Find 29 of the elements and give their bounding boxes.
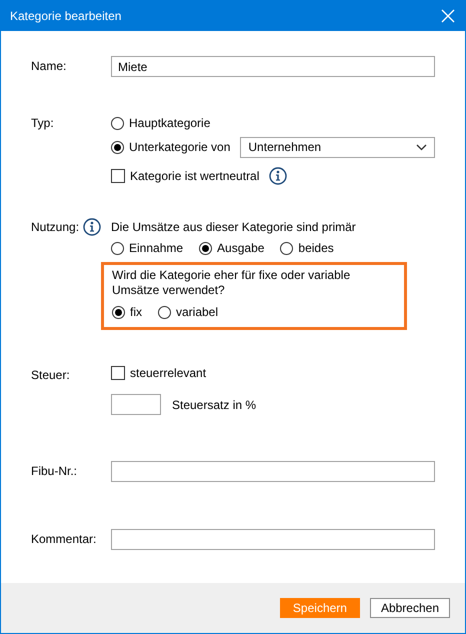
fibu-field[interactable] — [111, 461, 435, 482]
question-text: Wird die Kategorie eher für fixe oder variable Umsätze verwendet? — [112, 268, 352, 298]
info-icon[interactable] — [83, 218, 102, 236]
tax-rate-field[interactable] — [111, 394, 161, 415]
neutral-checkbox[interactable]: Kategorie ist wertneutral — [111, 168, 260, 184]
chevron-icon — [416, 144, 427, 150]
field-label: Typ: — [31, 115, 55, 132]
window-title: Kategorie bearbeiten — [10, 8, 122, 22]
field-label: Steuersatz in % — [172, 398, 256, 412]
info-icon[interactable] — [269, 167, 288, 185]
field-label: Kommentar: — [31, 531, 98, 548]
field-label: Name: — [31, 58, 68, 75]
close-icon[interactable] — [441, 8, 455, 22]
name-field[interactable]: Miete — [111, 56, 435, 77]
cancel-button[interactable]: Abbrechen — [370, 598, 450, 618]
radio-option[interactable]: beides — [280, 240, 334, 256]
usage-text: Die Umsätze aus dieser Kategorie sind primär — [111, 219, 357, 235]
field-label: Fibu-Nr.: — [31, 463, 78, 480]
field-label: Nutzung: — [31, 219, 80, 236]
comment-field[interactable] — [111, 529, 435, 550]
radio-option[interactable]: Ausgabe — [199, 240, 264, 256]
tax-checkbox[interactable]: steuerrelevant — [111, 365, 435, 381]
radio-option[interactable]: Einnahme — [111, 240, 184, 256]
category-dropdown[interactable]: Unternehmen — [240, 136, 435, 158]
radio-option[interactable]: Unterkategorie von — [111, 139, 230, 155]
radio-option[interactable]: fix — [112, 304, 142, 320]
radio-option[interactable]: Hauptkategorie — [111, 115, 210, 131]
radio-option[interactable]: variabel — [158, 304, 218, 320]
field-label: Steuer: — [31, 367, 71, 384]
